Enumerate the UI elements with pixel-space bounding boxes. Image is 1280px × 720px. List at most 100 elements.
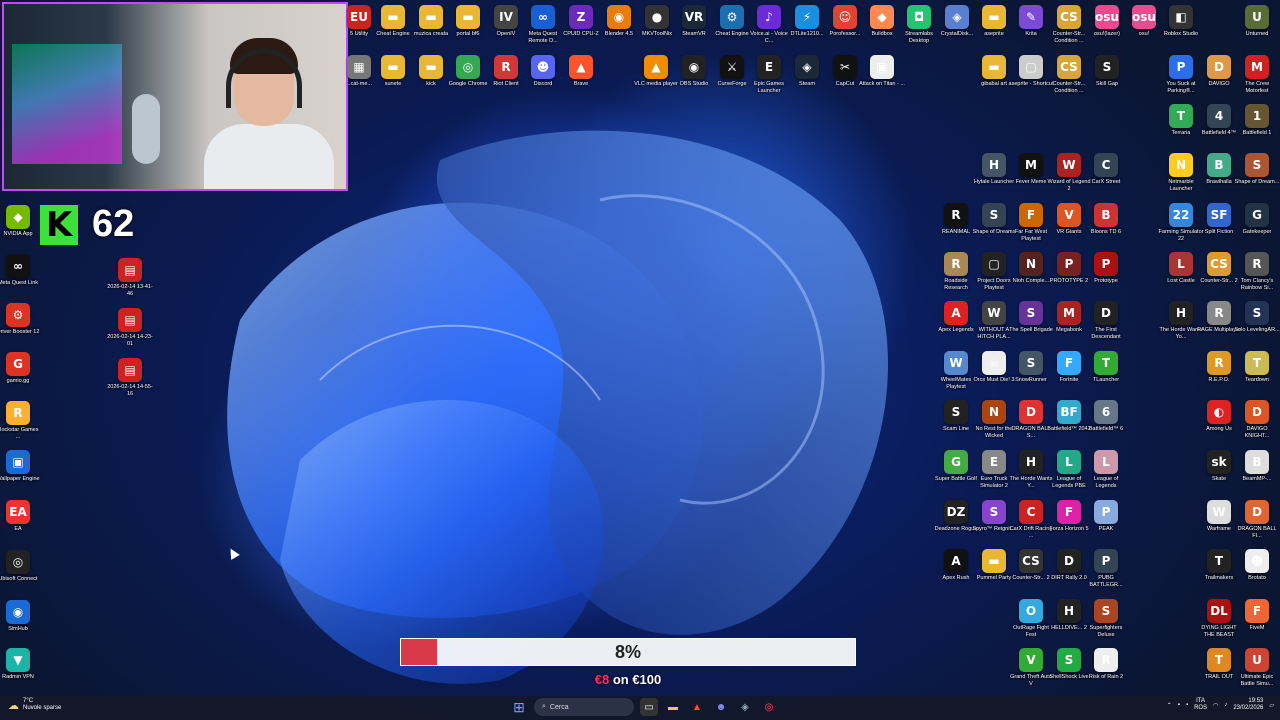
desktop-shortcut[interactable]: ▤ 2026-02-14 13-41-46	[107, 258, 153, 298]
shortcut-label: Attack on Titan - ...	[859, 81, 905, 87]
desktop-shortcut[interactable]: U Ultimate Epic Battle Simu...	[1236, 648, 1278, 688]
desktop-shortcut[interactable]: E Epic Games Launcher	[748, 55, 790, 95]
taskbar-search[interactable]: ⌕ Cerca	[534, 698, 634, 716]
wifi-icon[interactable]: ◠	[1213, 702, 1218, 709]
desktop-shortcut[interactable]: F Far Far West Playtest	[1010, 203, 1052, 243]
desktop-shortcut[interactable]: P PEAK	[1085, 500, 1127, 533]
desktop-shortcut[interactable]: 6 Battlefield™ 6	[1085, 400, 1127, 433]
brave-icon[interactable]: ▲	[688, 698, 706, 716]
notification-icon[interactable]: ▱	[1269, 702, 1274, 709]
desktop-shortcut[interactable]: T Teardown	[1236, 351, 1278, 384]
chrome-icon[interactable]: ◎	[760, 698, 778, 716]
desktop-shortcut[interactable]: S Skill Gap	[1086, 55, 1128, 88]
desktop-shortcut[interactable]: N Netmarble Launcher	[1160, 153, 1202, 193]
desktop-shortcut[interactable]: ▲ Brave	[560, 55, 602, 88]
app-icon: ◎	[456, 55, 480, 79]
desktop-shortcut[interactable]: ▣ Wallpaper Engine	[0, 450, 40, 483]
app-icon: M	[1245, 55, 1269, 79]
desktop-shortcut[interactable]: ◉ SimHub	[0, 600, 39, 633]
desktop-shortcut[interactable]: M The Crew Motorfest	[1236, 55, 1278, 95]
shortcut-label: Shape of Dream...	[1234, 179, 1280, 185]
desktop-shortcut[interactable]: ☻ Brotato	[1236, 549, 1278, 582]
shortcut-label: 2026-02-14 13-41-46	[107, 284, 153, 297]
desktop-shortcut[interactable]: ▼ Radmin VPN	[0, 648, 39, 681]
tray-app-icon[interactable]: ▪	[1178, 702, 1180, 708]
desktop-shortcut[interactable]: R Tom Clancy's Rainbow Si...	[1236, 252, 1278, 292]
start-button[interactable]: ⊞	[510, 698, 528, 716]
app-icon: T	[1207, 549, 1231, 573]
desktop-shortcut[interactable]: W WheelMates Playtest	[935, 351, 977, 391]
desktop-shortcut[interactable]: W WITHOUT A HITCH PLA...	[973, 301, 1015, 341]
donation-goal-bar: 8%	[400, 638, 856, 666]
app-icon: F	[1057, 500, 1081, 524]
desktop-shortcut[interactable]: P PUBG BATTLEGR...	[1085, 549, 1127, 589]
desktop-shortcut[interactable]: ▤ 2026-02-14 14-23-01	[107, 308, 153, 348]
desktop-shortcut[interactable]: R Rockstar Games ...	[0, 401, 39, 441]
desktop-shortcut[interactable]: S Superfighters Deluxe	[1085, 599, 1127, 639]
desktop-shortcut[interactable]: B Bloons TD 6	[1085, 203, 1127, 236]
app-icon: ◘	[907, 5, 931, 29]
tray-app-icon[interactable]: ▪	[1186, 702, 1188, 708]
desktop-shortcut[interactable]: U Unturned	[1236, 5, 1278, 38]
desktop-shortcut[interactable]: L League of Legends	[1085, 450, 1127, 490]
language-indicator[interactable]: ITA ROS	[1194, 698, 1207, 712]
shortcut-label: 2026-02-14 14-55-16	[107, 384, 153, 397]
desktop-shortcut[interactable]: ◆ NVIDIA App	[0, 205, 39, 238]
desktop-shortcut[interactable]: F FiveM	[1236, 599, 1278, 632]
desktop-shortcut[interactable]: T TLauncher	[1085, 351, 1127, 384]
desktop-shortcut[interactable]: C CarX Street	[1085, 153, 1127, 186]
desktop-shortcut[interactable]: Ggamio.gg	[0, 352, 39, 385]
shortcut-label: NVIDIA App	[3, 231, 33, 237]
app-icon: B	[1094, 203, 1118, 227]
app-icon: S	[982, 203, 1006, 227]
desktop-shortcut[interactable]: B BeamMP-...	[1236, 450, 1278, 483]
desktop-shortcut[interactable]: ▣ Attack on Titan - ...	[859, 55, 905, 88]
app-icon: ▬	[381, 5, 405, 29]
desktop-shortcut[interactable]: D DRAGON BALL FI...	[1236, 500, 1278, 540]
desktop-shortcut[interactable]: ◎ Ubisoft Connect	[0, 550, 39, 583]
desktop-shortcut[interactable]: O OutRage Fight Fest	[1010, 599, 1052, 639]
desktop-shortcut[interactable]: ◧ Roblox Studio	[1160, 5, 1202, 38]
app-icon: osu	[1132, 5, 1156, 29]
app-icon: A	[944, 549, 968, 573]
desktop-shortcut[interactable]: ∞ Meta Quest Link	[0, 254, 39, 287]
desktop-shortcut[interactable]: DL DYING LIGHT THE BEAST	[1198, 599, 1240, 639]
desktop-shortcut[interactable]: D The First Descendant	[1085, 301, 1127, 341]
shortcut-label: Prototype	[1094, 278, 1118, 284]
app-icon: V	[1019, 648, 1043, 672]
desktop-shortcut[interactable]: CS Counter-Str... Condition ...	[1048, 55, 1090, 95]
desktop-shortcut[interactable]: ∞ Meta Quest Remote D...	[522, 5, 564, 45]
desktop-shortcut[interactable]: P Prototype	[1085, 252, 1127, 285]
desktop-shortcut[interactable]: V Grand Theft Auto V	[1010, 648, 1052, 688]
desktop-shortcut[interactable]: R Risk of Rain 2	[1085, 648, 1127, 681]
desktop-shortcut[interactable]: 22 Farming Simulator 22	[1159, 203, 1203, 243]
discord-icon[interactable]: ☻	[712, 698, 730, 716]
desktop-shortcut[interactable]: G Gatekeeper	[1236, 203, 1278, 236]
desktop-shortcut[interactable]: ▤ 2026-02-14 14-55-16	[107, 358, 153, 398]
desktop-shortcut[interactable]: ▢ Project Doors Playtest	[973, 252, 1015, 292]
tray-chevron-icon[interactable]: ⌃	[1167, 702, 1172, 709]
desktop-shortcut[interactable]: CS Counter-Str... Condition ...	[1048, 5, 1090, 45]
app-icon: H	[1057, 599, 1081, 623]
desktop-shortcut[interactable]: ◘ Streamlabs Desktop	[898, 5, 940, 45]
desktop-shortcut[interactable]: D DAVIGO KNIGHT...	[1236, 400, 1278, 440]
desktop-shortcut[interactable]: S Solo LevelingAR...	[1234, 301, 1280, 334]
app-icon: ▦	[347, 55, 371, 79]
desktop-shortcut[interactable]: P You Suck at Parking®...	[1160, 55, 1202, 95]
volume-icon[interactable]: ♪	[1224, 702, 1227, 708]
weather-widget[interactable]: ☁ 7°C Nuvole sparse	[8, 698, 61, 712]
clock[interactable]: 19:53 23/02/2026	[1233, 698, 1263, 712]
desktop-shortcut[interactable]: 1 Battlefield 1	[1236, 104, 1278, 137]
task-view-icon[interactable]: ▭	[640, 698, 658, 716]
desktop-shortcut[interactable]: D DRAGON BALL S...	[1010, 400, 1052, 440]
desktop-shortcut[interactable]: ♪ Voice.ai - Voice C...	[748, 5, 790, 45]
desktop-shortcut[interactable]: C CarX Drift Racing ...	[1010, 500, 1052, 540]
desktop-shortcut[interactable]: ⚙ Driver Booster 12	[0, 303, 39, 336]
desktop-shortcut[interactable]: W Wizard of Legend 2	[1047, 153, 1091, 193]
file-explorer-icon[interactable]: ▬	[664, 698, 682, 716]
desktop-shortcut[interactable]: H The Horde Wants Yo...	[1160, 301, 1202, 341]
steam-icon[interactable]: ◈	[736, 698, 754, 716]
app-icon: B	[1207, 153, 1231, 177]
desktop-shortcut[interactable]: EA EA	[0, 500, 39, 533]
desktop-shortcut[interactable]: S Shape of Dream...	[1234, 153, 1280, 186]
